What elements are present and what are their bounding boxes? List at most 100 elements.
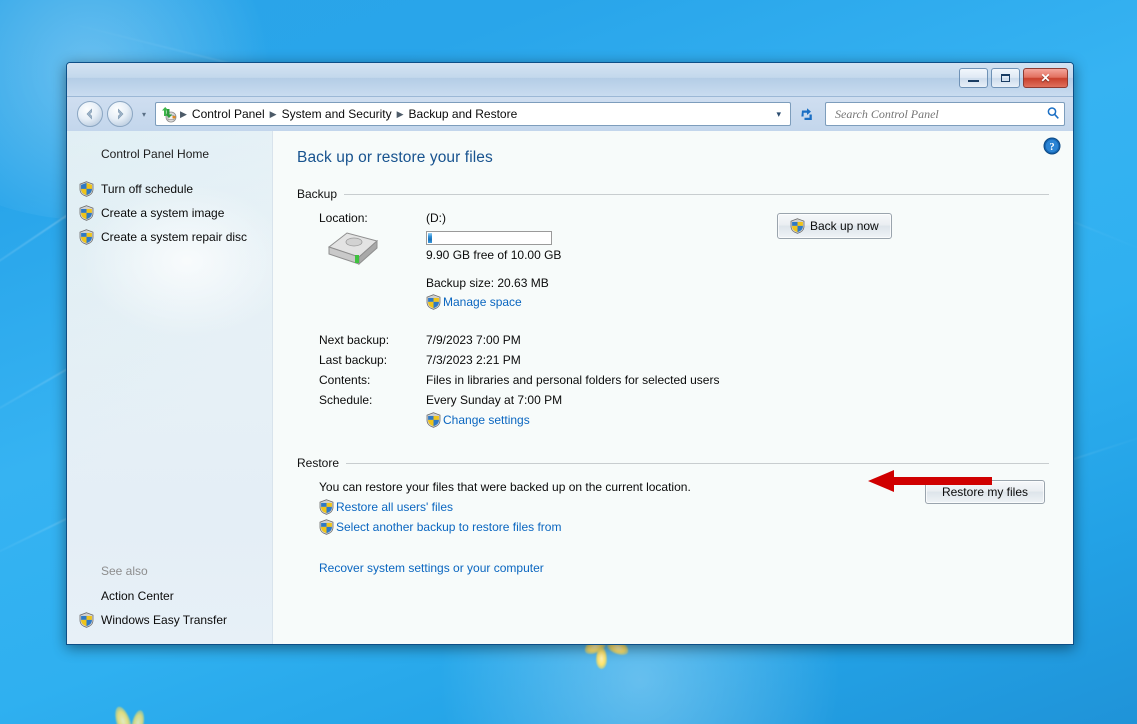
shield-icon [79,181,94,197]
breadcrumb-item-system-and-security[interactable]: System and Security [278,105,396,123]
detail-key: Contents: [319,370,426,390]
sidebar-item-create-a-system-repair-disc[interactable]: Create a system repair disc [67,225,272,249]
minimize-icon [968,80,979,82]
breadcrumb-separator: ▶ [179,109,188,120]
capacity-progress-bar [426,231,552,245]
minimize-button[interactable] [959,68,988,88]
desktop-background: ✕ ▾ [0,0,1137,724]
search-input[interactable] [833,106,1046,123]
breadcrumb[interactable]: ▶ Control Panel ▶ System and Security ▶ … [155,102,791,126]
sidebar-item-label: Turn off schedule [101,182,193,196]
backup-stats: 9.90 GB free of 10.00 GB Backup size: 20… [426,227,777,310]
wallpaper-petal [596,647,607,669]
detail-row-schedule: Schedule: Every Sunday at 7:00 PM [319,390,1049,410]
backup-group-label: Backup [297,187,337,201]
search-icon [1046,106,1060,123]
detail-key: Next backup: [319,330,426,350]
sidebar-item-label: Create a system repair disc [101,230,247,244]
window-titlebar[interactable]: ✕ [67,63,1073,97]
shield-icon [79,205,94,221]
backup-size-text: Backup size: 20.63 MB [426,276,777,290]
shield-icon [79,612,94,628]
restore-text-column: You can restore your files that were bac… [297,480,925,577]
sidebar-item-create-a-system-image[interactable]: Create a system image [67,201,272,225]
maximize-button[interactable] [991,68,1020,88]
detail-value: Every Sunday at 7:00 PM [426,390,1049,410]
wallpaper-petal [112,705,135,724]
detail-key: Last backup: [319,350,426,370]
back-up-now-button[interactable]: Back up now [777,213,892,239]
navigation-bar: ▾ ▶ Control Panel ▶ System an [67,97,1073,131]
back-button[interactable] [77,101,103,127]
wallpaper-petal [129,709,146,724]
back-up-now-label: Back up now [810,219,879,233]
maximize-icon [1001,74,1010,82]
restore-my-files-area: Restore my files [925,480,1049,504]
help-button[interactable]: ? [1043,137,1061,155]
forward-arrow-icon [113,107,127,121]
hard-drive-icon [319,227,426,310]
breadcrumb-item-control-panel[interactable]: Control Panel [188,105,269,123]
restore-my-files-label: Restore my files [942,485,1028,499]
sidebar-item-control-panel-home[interactable]: Control Panel Home [67,147,272,161]
sidebar-item-label: Windows Easy Transfer [101,613,227,627]
detail-key-spacer [319,410,426,430]
breadcrumb-separator: ▶ [269,109,278,120]
restore-all-users-files-line: Restore all users' files [319,497,925,517]
shield-icon [426,412,441,428]
help-icon: ? [1043,137,1061,155]
detail-row-contents: Contents: Files in libraries and persona… [319,370,1049,390]
group-divider [344,194,1049,195]
drive-and-stats: 9.90 GB free of 10.00 GB Backup size: 20… [319,227,777,310]
recover-line: Recover system settings or your computer [319,559,925,577]
backup-restore-icon [160,106,177,123]
detail-row-change-settings: Change settings [319,410,1049,430]
change-settings-link[interactable]: Change settings [443,410,530,430]
shield-icon [426,294,441,310]
sidebar-item-windows-easy-transfer[interactable]: Windows Easy Transfer [67,608,272,632]
close-button[interactable]: ✕ [1023,68,1068,88]
see-also-section: See also Action Center [67,564,272,632]
restore-group-header: Restore [297,456,1049,470]
detail-value: 7/3/2023 2:21 PM [426,350,1049,370]
backup-details-column: Location: (D:) [297,211,777,310]
backup-location-line: Location: (D:) [319,211,777,225]
search-box[interactable] [825,102,1065,126]
select-another-backup-link[interactable]: Select another backup to restore files f… [336,517,561,537]
window-body: Control Panel Home [67,131,1073,644]
shield-icon [790,218,805,234]
restore-my-files-button[interactable]: Restore my files [925,480,1045,504]
breadcrumb-item-backup-and-restore[interactable]: Backup and Restore [405,105,522,123]
window-controls: ✕ [959,68,1068,88]
free-space-text: 9.90 GB free of 10.00 GB [426,248,777,262]
detail-row-last-backup: Last backup: 7/3/2023 2:21 PM [319,350,1049,370]
detail-value: Files in libraries and personal folders … [426,370,1049,390]
sidebar-item-turn-off-schedule[interactable]: Turn off schedule [67,177,272,201]
close-icon: ✕ [1040,71,1050,85]
refresh-button[interactable] [795,102,817,126]
back-up-now-area: Back up now [777,211,1049,239]
chevron-down-icon[interactable]: ▾ [770,109,787,120]
control-panel-window: ✕ ▾ [66,62,1074,645]
manage-space-line: Manage space [426,294,777,310]
restore-links: Restore all users' files [319,497,925,537]
shield-icon [319,519,334,535]
shield-icon [319,499,334,515]
recover-system-settings-link[interactable]: Recover system settings or your computer [319,561,544,575]
back-arrow-icon [83,107,97,121]
recent-pages-button[interactable]: ▾ [137,110,151,119]
sidebar-item-action-center[interactable]: Action Center [67,584,272,608]
forward-button[interactable] [107,101,133,127]
backup-detail-table: Next backup: 7/9/2023 7:00 PM Last backu… [319,330,1049,430]
detail-key: Schedule: [319,390,426,410]
see-also-label: See also [67,564,272,584]
group-divider [346,463,1049,464]
manage-space-link[interactable]: Manage space [443,295,522,309]
page-title: Back up or restore your files [297,149,1049,167]
sidebar: Control Panel Home [67,131,273,644]
capacity-progress-fill [428,233,432,243]
select-another-backup-line: Select another backup to restore files f… [319,517,925,537]
restore-group-label: Restore [297,456,339,470]
restore-all-users-files-link[interactable]: Restore all users' files [336,497,453,517]
main-content: ? Back up or restore your files Backup L… [273,131,1073,644]
